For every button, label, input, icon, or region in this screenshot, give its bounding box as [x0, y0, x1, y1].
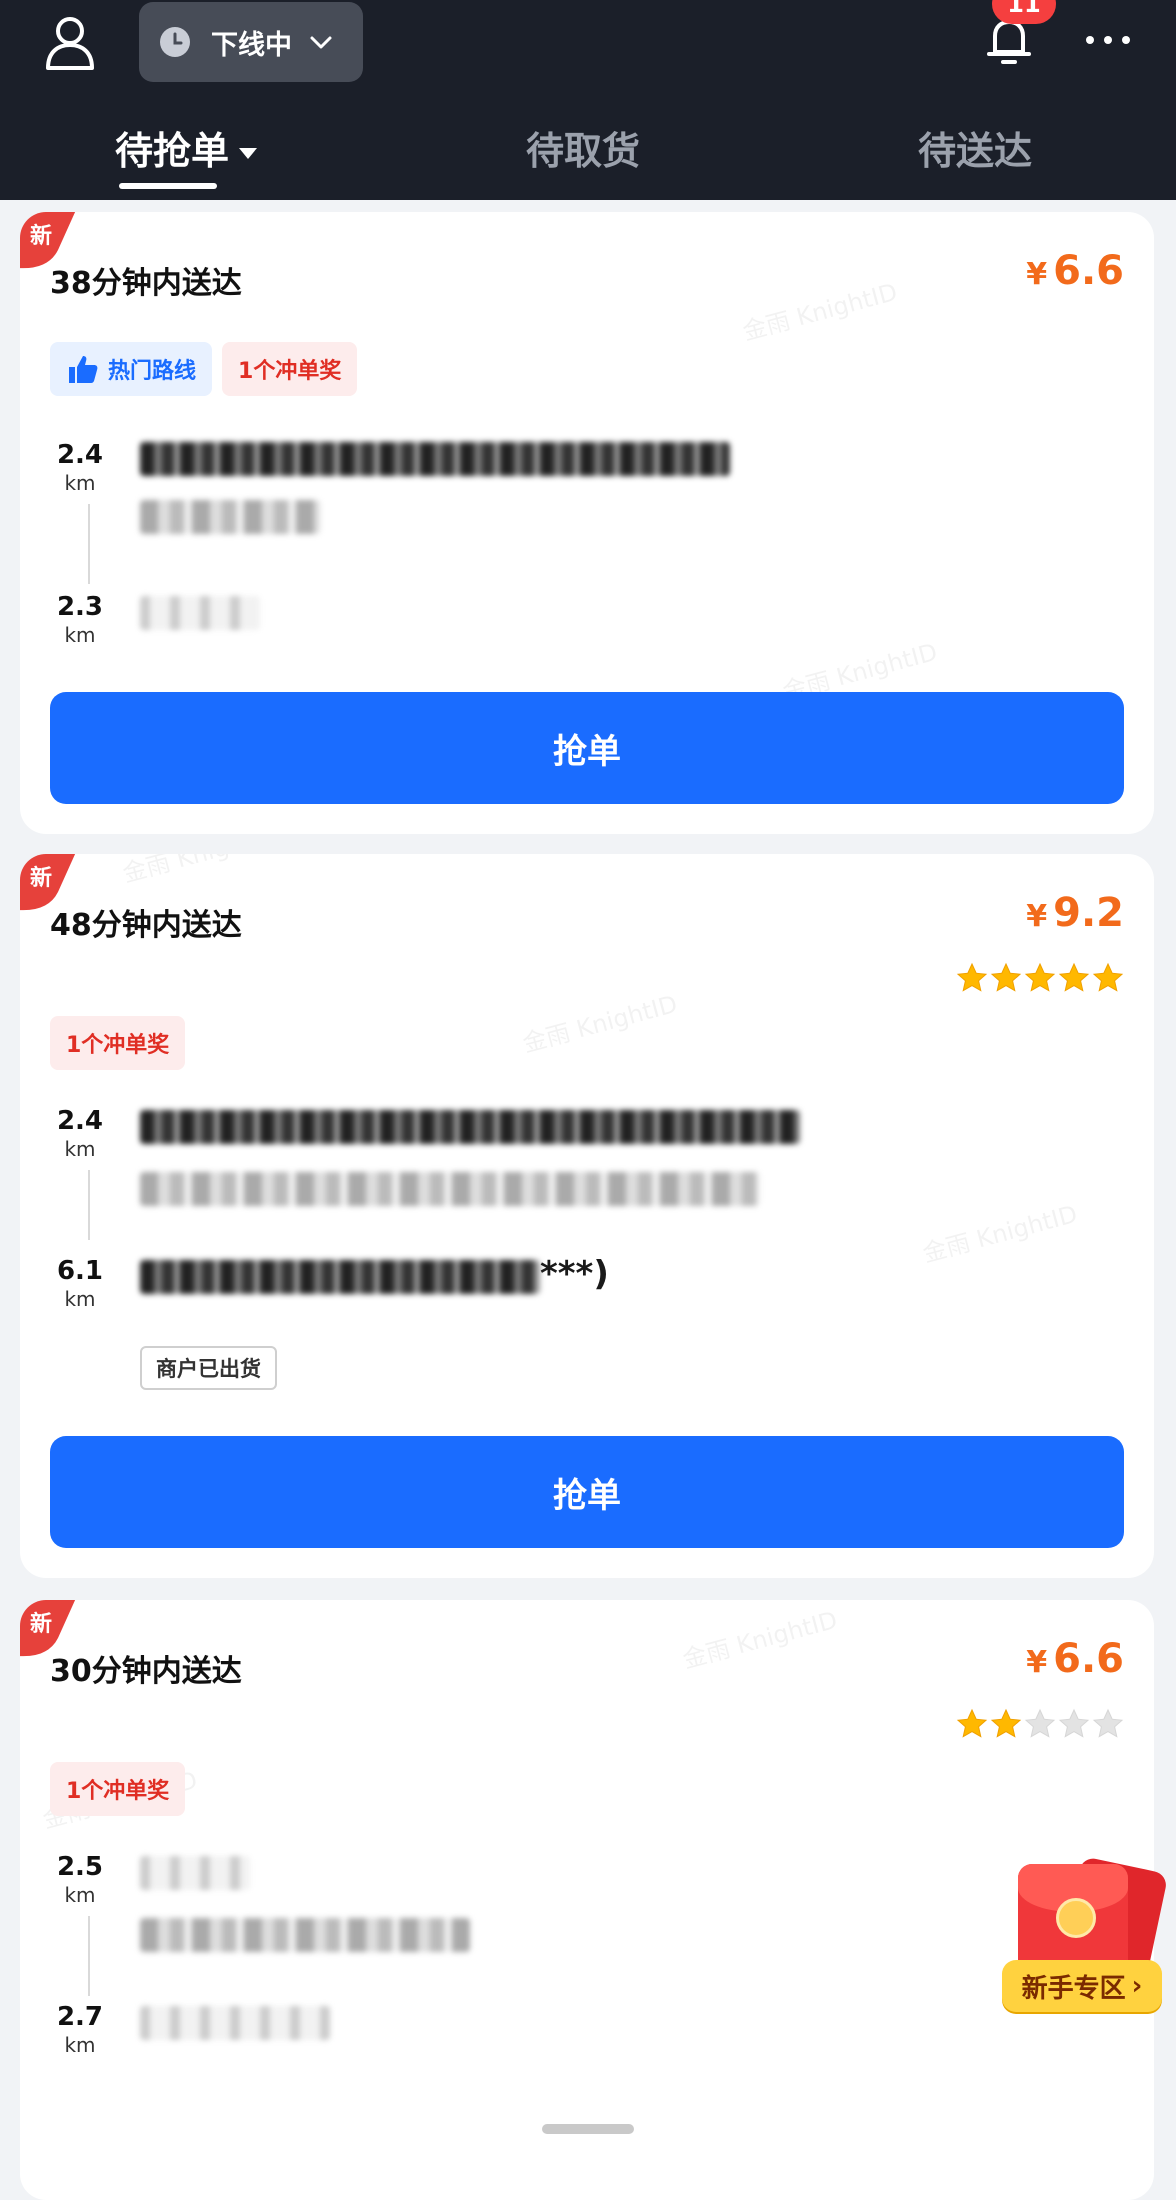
- route-line: [88, 1916, 90, 1996]
- newbie-zone-entry[interactable]: 新手专区 ›: [1000, 1856, 1169, 2018]
- distance-unit: km: [64, 1137, 96, 1161]
- delivery-time: 48分钟内送达: [50, 908, 242, 943]
- active-tab-indicator: [119, 183, 217, 189]
- delivery-distance: 2.7 km: [50, 2002, 110, 2058]
- tab-label: 待抢单: [115, 129, 230, 173]
- price-value: 6.6: [1053, 248, 1124, 294]
- star-filled-icon: [1024, 962, 1056, 992]
- order-tags: 1个冲单奖: [50, 1762, 186, 1816]
- star-filled-icon: [990, 1708, 1022, 1738]
- clock-icon: [160, 27, 190, 57]
- order-card[interactable]: 金雨 KnightID 金雨 KnightID 新 38分钟内送达 ¥ 6.6 …: [20, 212, 1154, 834]
- pickup-address-redacted: [140, 442, 730, 476]
- distance-unit: km: [64, 1287, 96, 1311]
- distance-number: 2.5: [56, 1852, 104, 1882]
- watermark: 金雨 KnightID: [739, 277, 901, 346]
- pickup-address-redacted: [140, 1856, 250, 1890]
- pickup-distance: 2.4 km: [50, 1106, 110, 1162]
- price-value: 6.6: [1053, 1636, 1124, 1682]
- distance-unit: km: [64, 623, 96, 647]
- star-empty-icon: [1058, 1708, 1090, 1738]
- star-empty-icon: [1092, 1708, 1124, 1738]
- caret-down-icon: [239, 148, 258, 159]
- currency-symbol: ¥: [1026, 899, 1048, 934]
- pickup-address-detail-redacted: [140, 1918, 470, 1952]
- tab-pending-grab[interactable]: 待抢单: [115, 126, 258, 176]
- customer-rating: [956, 1708, 1124, 1740]
- delivery-address-redacted: [140, 1260, 540, 1294]
- delivery-distance: 6.1 km: [50, 1256, 110, 1312]
- star-filled-icon: [990, 962, 1022, 992]
- distance-unit: km: [64, 2033, 96, 2057]
- bonus-tag: 1个冲单奖: [222, 342, 358, 396]
- order-price: ¥ 9.2: [1026, 890, 1124, 936]
- distance-unit: km: [64, 471, 96, 495]
- distance-number: 6.1: [56, 1256, 104, 1286]
- tag-label: 热门路线: [108, 359, 197, 384]
- watermark: 金雨 KnightID: [118, 854, 281, 889]
- delivery-address-redacted: [140, 2006, 330, 2040]
- star-filled-icon: [956, 962, 988, 992]
- newbie-zone-label: 新手专区 ›: [1002, 1960, 1162, 2012]
- watermark: 金雨 KnightID: [679, 1605, 841, 1674]
- top-bar: 下线中 11 待抢单 待取货 待送达: [0, 0, 1176, 200]
- delivery-address-redacted: [140, 596, 260, 630]
- star-empty-icon: [1024, 1708, 1056, 1738]
- order-price: ¥ 6.6: [1026, 248, 1124, 294]
- pickup-distance: 2.4 km: [50, 440, 110, 496]
- chevron-right-icon: ›: [1131, 1971, 1143, 2001]
- online-status-dropdown[interactable]: 下线中: [139, 2, 363, 82]
- watermark: 金雨 KnightID: [519, 989, 681, 1058]
- order-card[interactable]: 金雨 KnightID 金雨 KnightID 新 30分钟内送达 ¥ 6.6 …: [20, 1600, 1154, 2200]
- delivery-time: 30分钟内送达: [50, 1654, 242, 1689]
- bonus-tag: 1个冲单奖: [50, 1016, 186, 1070]
- star-filled-icon: [1058, 962, 1090, 992]
- delivery-time: 38分钟内送达: [50, 266, 242, 301]
- star-filled-icon: [1092, 962, 1124, 992]
- watermark: 金雨 KnightID: [919, 1199, 1081, 1268]
- tab-pending-delivery[interactable]: 待送达: [918, 126, 1032, 176]
- order-price: ¥ 6.6: [1026, 1636, 1124, 1682]
- new-tag-label: 新: [30, 224, 53, 249]
- notification-badge: 11: [992, 0, 1056, 24]
- home-indicator[interactable]: [542, 2124, 634, 2134]
- order-tags: 1个冲单奖: [50, 1016, 186, 1070]
- promo-label-text: 新手专区: [1021, 1973, 1126, 2004]
- pickup-address-detail-redacted: [140, 1172, 760, 1206]
- delivery-distance: 2.3 km: [50, 592, 110, 648]
- pickup-address-detail-redacted: [140, 500, 320, 534]
- route-line: [88, 1170, 90, 1240]
- route-line: [88, 504, 90, 584]
- more-icon[interactable]: [1084, 20, 1132, 60]
- grab-order-button[interactable]: 抢单: [50, 1436, 1124, 1548]
- hot-route-tag: 热门路线: [50, 342, 213, 396]
- order-tags: 热门路线 1个冲单奖: [50, 342, 358, 396]
- new-tag-label: 新: [30, 1612, 53, 1637]
- currency-symbol: ¥: [1026, 257, 1048, 292]
- merchant-status-tag: 商户已出货: [140, 1346, 277, 1390]
- distance-number: 2.7: [56, 2002, 104, 2032]
- grab-order-button[interactable]: 抢单: [50, 692, 1124, 804]
- pickup-distance: 2.5 km: [50, 1852, 110, 1908]
- order-tabs: 待抢单 待取货 待送达: [0, 118, 1176, 200]
- star-filled-icon: [956, 1708, 988, 1738]
- chevron-down-icon: [310, 36, 332, 49]
- bonus-tag: 1个冲单奖: [50, 1762, 186, 1816]
- pickup-address-redacted: [140, 1110, 800, 1144]
- price-value: 9.2: [1053, 890, 1124, 936]
- distance-number: 2.4: [56, 440, 104, 470]
- tab-pending-pickup[interactable]: 待取货: [526, 126, 640, 176]
- delivery-address-suffix: ***): [540, 1254, 609, 1294]
- currency-symbol: ¥: [1026, 1645, 1048, 1680]
- new-tag-label: 新: [30, 866, 53, 891]
- customer-rating: [956, 962, 1124, 994]
- user-icon[interactable]: [44, 14, 96, 70]
- status-label: 下线中: [211, 29, 292, 61]
- distance-unit: km: [64, 1883, 96, 1907]
- thumbs-up-icon: [69, 356, 98, 383]
- distance-number: 2.3: [56, 592, 104, 622]
- order-card[interactable]: 金雨 KnightID 金雨 KnightID 金雨 KnightID 新 48…: [20, 854, 1154, 1578]
- red-envelope-seal: [1056, 1898, 1096, 1938]
- distance-number: 2.4: [56, 1106, 104, 1136]
